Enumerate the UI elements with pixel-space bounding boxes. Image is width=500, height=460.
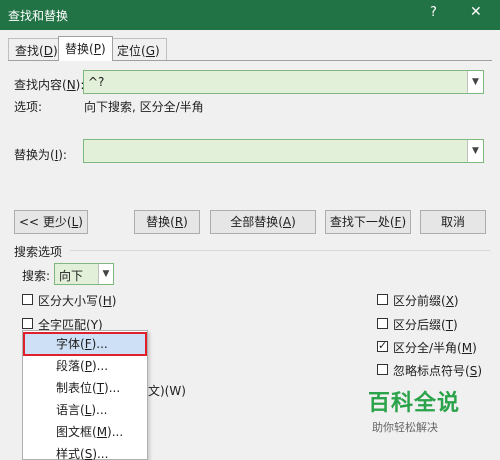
match-case-checkbox[interactable]	[22, 294, 33, 305]
find-value: ^?	[88, 75, 105, 89]
find-label: 查找内容(N):	[14, 78, 85, 92]
tab-goto[interactable]: 定位(G)	[110, 38, 167, 60]
replace-all-button[interactable]: 全部替换(A)	[210, 210, 316, 234]
watermark-title: 百科全说	[368, 391, 461, 416]
cancel-button[interactable]: 取消	[420, 210, 486, 234]
find-input[interactable]: ^? ▼	[83, 70, 484, 94]
close-icon[interactable]: ✕	[470, 4, 482, 20]
format-menu: 字体(F)... 段落(P)... 制表位(T)... 语言(L)... 图文框…	[22, 330, 148, 460]
menu-item-paragraph[interactable]: 段落(P)...	[24, 355, 146, 377]
divider	[70, 250, 490, 251]
menu-item-font[interactable]: 字体(F)...	[23, 332, 147, 356]
match-case-label: 区分大小写(H)	[38, 294, 117, 308]
search-options-heading: 搜索选项	[14, 245, 63, 259]
help-icon[interactable]: ?	[430, 5, 437, 20]
width-checkbox[interactable]	[377, 339, 388, 352]
watermark-subtitle: 助你轻松解决	[372, 421, 438, 434]
menu-item-language[interactable]: 语言(L)...	[24, 399, 146, 421]
prefix-label: 区分前缀(X)	[393, 294, 459, 308]
search-direction-select[interactable]: 向下 ▼	[54, 263, 114, 285]
punct-label: 忽略标点符号(S)	[393, 364, 482, 378]
replace-label: 替换为(I):	[14, 148, 67, 162]
suffix-label: 区分后缀(T)	[393, 318, 458, 332]
watermark-logo: 百科全说 助你轻松解决	[368, 385, 468, 435]
less-button[interactable]: << 更少(L)	[14, 210, 88, 234]
search-direction-label: 搜索:	[22, 269, 51, 283]
find-next-button[interactable]: 查找下一处(F)	[325, 210, 411, 234]
suffix-checkbox[interactable]	[377, 318, 388, 329]
menu-item-frame[interactable]: 图文框(M)...	[24, 421, 146, 443]
replace-input[interactable]: ▼	[83, 139, 484, 163]
chevron-down-icon[interactable]: ▼	[467, 71, 483, 93]
chevron-down-icon[interactable]: ▼	[467, 140, 483, 162]
menu-item-tabs[interactable]: 制表位(T)...	[24, 377, 146, 399]
width-label: 区分全/半角(M)	[393, 341, 477, 355]
title-bar: 查找和替换 ? ✕	[0, 0, 500, 30]
partial-option-label: 文)(W)	[148, 384, 186, 398]
tab-replace[interactable]: 替换(P)	[58, 36, 113, 61]
window-title: 查找和替换	[8, 9, 69, 23]
prefix-checkbox[interactable]	[377, 294, 388, 305]
menu-item-style[interactable]: 样式(S)...	[24, 443, 146, 460]
tab-find[interactable]: 查找(D)	[8, 38, 65, 60]
replace-button[interactable]: 替换(R)	[134, 210, 200, 234]
search-direction-value: 向下	[59, 269, 84, 283]
options-value: 向下搜索, 区分全/半角	[84, 100, 204, 114]
options-label: 选项:	[14, 100, 43, 114]
punct-checkbox[interactable]	[377, 364, 388, 375]
whole-word-checkbox[interactable]	[22, 318, 33, 329]
chevron-down-icon[interactable]: ▼	[98, 264, 113, 284]
